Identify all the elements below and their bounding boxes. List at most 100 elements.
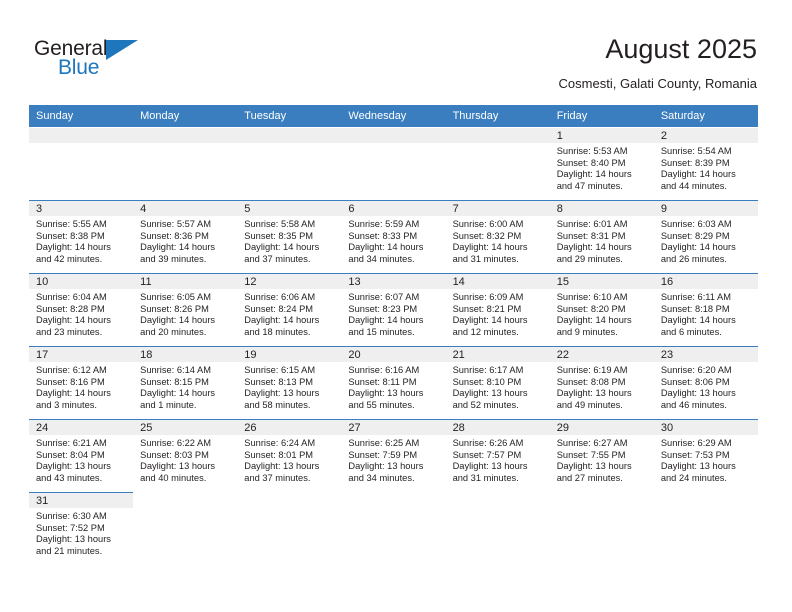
sunset-text: Sunset: 8:33 PM bbox=[348, 230, 418, 241]
sunset-text: Sunset: 7:57 PM bbox=[452, 449, 522, 460]
day-number bbox=[341, 128, 446, 143]
daylight-text-line2: and 46 minutes. bbox=[660, 399, 727, 410]
day-number bbox=[237, 128, 342, 143]
daylight-text-line2: and 24 minutes. bbox=[660, 472, 727, 483]
day-cell-inner: 11 Sunrise: 6:05 AM Sunset: 8:26 PM Dayligh… bbox=[133, 274, 238, 346]
calendar-day-cell[interactable]: 12 Sunrise: 6:06 AM Sunset: 8:24 PM Dayligh… bbox=[237, 273, 342, 347]
day-number: 12 bbox=[237, 274, 342, 289]
day-cell-inner: 12 Sunrise: 6:06 AM Sunset: 8:24 PM Dayligh… bbox=[237, 274, 342, 346]
calendar-day-cell-empty bbox=[341, 127, 446, 201]
sunset-text: Sunset: 7:59 PM bbox=[348, 449, 418, 460]
day-sun-info: Sunrise: 6:16 AM Sunset: 8:11 PM Daylight:… bbox=[341, 362, 445, 411]
day-number bbox=[133, 493, 237, 508]
calendar-day-cell[interactable]: 8 Sunrise: 6:01 AM Sunset: 8:31 PM Daylight… bbox=[549, 200, 654, 274]
daylight-text-line1: Daylight: 14 hours bbox=[556, 315, 632, 326]
sunset-text: Sunset: 8:31 PM bbox=[556, 230, 626, 241]
day-cell-inner: 24 Sunrise: 6:21 AM Sunset: 8:04 PM Dayligh… bbox=[29, 420, 134, 492]
daylight-text-line2: and 9 minutes. bbox=[556, 326, 618, 337]
calendar-day-cell[interactable]: 20 Sunrise: 6:16 AM Sunset: 8:11 PM Dayligh… bbox=[341, 346, 446, 420]
calendar-day-cell[interactable]: 7 Sunrise: 6:00 AM Sunset: 8:32 PM Daylight… bbox=[445, 200, 550, 274]
daylight-text-line2: and 18 minutes. bbox=[244, 326, 311, 337]
daylight-text-line2: and 3 minutes. bbox=[36, 399, 97, 410]
calendar-day-cell[interactable]: 29 Sunrise: 6:27 AM Sunset: 7:55 PM Dayligh… bbox=[549, 419, 654, 493]
calendar-day-cell[interactable]: 19 Sunrise: 6:15 AM Sunset: 8:13 PM Dayligh… bbox=[237, 346, 342, 420]
calendar-day-cell[interactable]: 15 Sunrise: 6:10 AM Sunset: 8:20 PM Dayligh… bbox=[549, 273, 654, 347]
calendar-day-cell[interactable]: 16 Sunrise: 6:11 AM Sunset: 8:18 PM Dayligh… bbox=[653, 273, 758, 347]
day-number: 23 bbox=[653, 347, 758, 362]
calendar-day-cell[interactable]: 18 Sunrise: 6:14 AM Sunset: 8:15 PM Dayligh… bbox=[133, 346, 238, 420]
calendar-day-cell[interactable]: 2 Sunrise: 5:54 AM Sunset: 8:39 PM Daylight… bbox=[653, 127, 758, 201]
sunset-text: Sunset: 8:21 PM bbox=[452, 303, 522, 314]
sunset-text: Sunset: 8:08 PM bbox=[556, 376, 626, 387]
calendar-page: General Blue August 2025 Cosmesti, Galat… bbox=[0, 0, 792, 612]
calendar-day-cell[interactable]: 3 Sunrise: 5:55 AM Sunset: 8:38 PM Daylight… bbox=[29, 200, 134, 274]
day-cell-inner: 5 Sunrise: 5:58 AM Sunset: 8:35 PM Daylight… bbox=[237, 201, 342, 273]
calendar-day-cell[interactable]: 30 Sunrise: 6:29 AM Sunset: 7:53 PM Dayligh… bbox=[653, 419, 758, 493]
daylight-text-line2: and 37 minutes. bbox=[244, 472, 311, 483]
calendar-day-cell[interactable]: 1 Sunrise: 5:53 AM Sunset: 8:40 PM Daylight… bbox=[549, 127, 654, 201]
daylight-text-line1: Daylight: 14 hours bbox=[244, 315, 320, 326]
calendar-day-cell[interactable]: 10 Sunrise: 6:04 AM Sunset: 8:28 PM Dayligh… bbox=[29, 273, 134, 347]
daylight-text-line1: Daylight: 13 hours bbox=[36, 461, 111, 472]
sunset-text: Sunset: 8:39 PM bbox=[660, 157, 730, 168]
calendar-table: Sunday Monday Tuesday Wednesday Thursday… bbox=[29, 105, 758, 565]
day-number: 30 bbox=[653, 420, 758, 435]
calendar-day-cell[interactable]: 27 Sunrise: 6:25 AM Sunset: 7:59 PM Dayligh… bbox=[341, 419, 446, 493]
daylight-text-line2: and 44 minutes. bbox=[660, 180, 727, 191]
daylight-text-line1: Daylight: 13 hours bbox=[556, 388, 632, 399]
calendar-day-cell[interactable]: 5 Sunrise: 5:58 AM Sunset: 8:35 PM Daylight… bbox=[237, 200, 342, 274]
calendar-day-cell[interactable]: 4 Sunrise: 5:57 AM Sunset: 8:36 PM Daylight… bbox=[133, 200, 238, 274]
sunrise-text: Sunrise: 6:29 AM bbox=[660, 438, 732, 448]
daylight-text-line2: and 27 minutes. bbox=[556, 472, 623, 483]
weekday-header-saturday: Saturday bbox=[653, 105, 758, 128]
sunrise-text: Sunrise: 6:27 AM bbox=[556, 438, 628, 448]
day-sun-info: Sunrise: 6:22 AM Sunset: 8:03 PM Daylight:… bbox=[133, 435, 237, 484]
calendar-day-cell[interactable]: 24 Sunrise: 6:21 AM Sunset: 8:04 PM Dayligh… bbox=[29, 419, 134, 493]
daylight-text-line2: and 55 minutes. bbox=[348, 399, 415, 410]
daylight-text-line2: and 34 minutes. bbox=[348, 253, 415, 264]
calendar-day-cell[interactable]: 23 Sunrise: 6:20 AM Sunset: 8:06 PM Dayligh… bbox=[653, 346, 758, 420]
daylight-text-line2: and 37 minutes. bbox=[244, 253, 311, 264]
day-number: 1 bbox=[549, 128, 654, 143]
calendar-day-cell[interactable]: 13 Sunrise: 6:07 AM Sunset: 8:23 PM Dayligh… bbox=[341, 273, 446, 347]
daylight-text-line1: Daylight: 13 hours bbox=[244, 461, 320, 472]
calendar-day-cell[interactable]: 6 Sunrise: 5:59 AM Sunset: 8:33 PM Daylight… bbox=[341, 200, 446, 274]
calendar-day-cell[interactable]: 21 Sunrise: 6:17 AM Sunset: 8:10 PM Dayligh… bbox=[445, 346, 550, 420]
day-sun-info: Sunrise: 6:00 AM Sunset: 8:32 PM Daylight:… bbox=[446, 216, 550, 265]
calendar-day-cell[interactable]: 17 Sunrise: 6:12 AM Sunset: 8:16 PM Dayligh… bbox=[29, 346, 134, 420]
sunset-text: Sunset: 8:16 PM bbox=[36, 376, 105, 387]
sunset-text: Sunset: 7:53 PM bbox=[660, 449, 730, 460]
day-sun-info: Sunrise: 6:20 AM Sunset: 8:06 PM Daylight:… bbox=[654, 362, 758, 411]
day-number bbox=[133, 128, 238, 143]
day-number: 22 bbox=[549, 347, 654, 362]
day-cell-inner: 29 Sunrise: 6:27 AM Sunset: 7:55 PM Dayligh… bbox=[549, 420, 654, 492]
calendar-day-cell[interactable]: 28 Sunrise: 6:26 AM Sunset: 7:57 PM Dayligh… bbox=[445, 419, 550, 493]
day-number: 2 bbox=[653, 128, 758, 143]
sunrise-text: Sunrise: 6:11 AM bbox=[660, 292, 731, 302]
calendar-day-cell[interactable]: 14 Sunrise: 6:09 AM Sunset: 8:21 PM Dayligh… bbox=[445, 273, 550, 347]
sunset-text: Sunset: 8:03 PM bbox=[140, 449, 209, 460]
day-number: 28 bbox=[445, 420, 550, 435]
calendar-week-row: 24 Sunrise: 6:21 AM Sunset: 8:04 PM Dayligh… bbox=[29, 419, 758, 493]
general-blue-logo[interactable]: General Blue bbox=[34, 38, 164, 84]
day-cell-inner: 25 Sunrise: 6:22 AM Sunset: 8:03 PM Dayligh… bbox=[133, 420, 238, 492]
calendar-day-cell[interactable]: 11 Sunrise: 6:05 AM Sunset: 8:26 PM Dayligh… bbox=[133, 273, 238, 347]
sunrise-text: Sunrise: 6:09 AM bbox=[452, 292, 524, 302]
calendar-day-cell[interactable]: 9 Sunrise: 6:03 AM Sunset: 8:29 PM Daylight… bbox=[653, 200, 758, 274]
calendar-day-cell-empty bbox=[654, 493, 758, 566]
day-number: 31 bbox=[29, 493, 134, 508]
sunset-text: Sunset: 7:55 PM bbox=[556, 449, 626, 460]
sunset-text: Sunset: 8:35 PM bbox=[244, 230, 314, 241]
sunrise-text: Sunrise: 6:00 AM bbox=[452, 219, 524, 229]
daylight-text-line1: Daylight: 14 hours bbox=[140, 388, 216, 399]
day-number bbox=[445, 128, 550, 143]
calendar-day-cell[interactable]: 22 Sunrise: 6:19 AM Sunset: 8:08 PM Dayligh… bbox=[549, 346, 654, 420]
sunrise-text: Sunrise: 6:24 AM bbox=[244, 438, 316, 448]
day-number: 16 bbox=[653, 274, 758, 289]
calendar-day-cell[interactable]: 25 Sunrise: 6:22 AM Sunset: 8:03 PM Dayligh… bbox=[133, 419, 238, 493]
calendar-day-cell[interactable]: 26 Sunrise: 6:24 AM Sunset: 8:01 PM Dayligh… bbox=[237, 419, 342, 493]
day-sun-info: Sunrise: 5:54 AM Sunset: 8:39 PM Daylight:… bbox=[654, 143, 758, 192]
daylight-text-line1: Daylight: 13 hours bbox=[140, 461, 216, 472]
calendar-day-cell[interactable]: 31 Sunrise: 6:30 AM Sunset: 7:52 PM Dayligh… bbox=[29, 492, 134, 565]
day-cell-inner: 2 Sunrise: 5:54 AM Sunset: 8:39 PM Daylight… bbox=[653, 128, 758, 200]
